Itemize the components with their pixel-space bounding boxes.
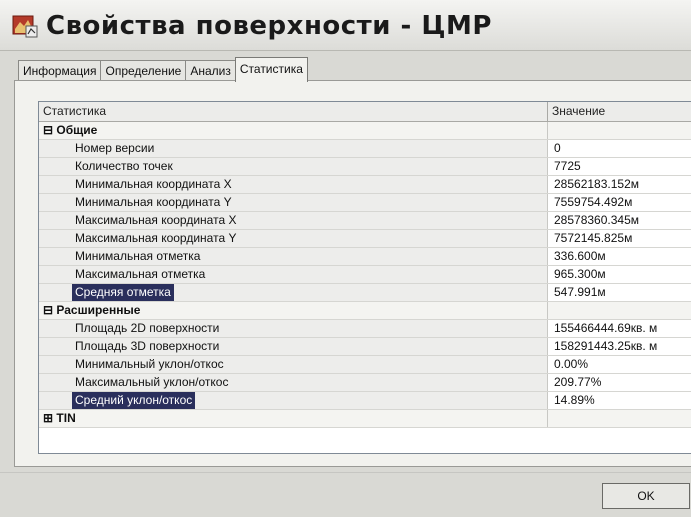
group-label: Общие	[56, 123, 98, 137]
group-row-tin[interactable]: ⊞ TIN	[39, 410, 691, 428]
stat-name: Количество точек	[39, 158, 548, 175]
stat-name: Минимальная отметка	[39, 248, 548, 265]
stat-value: 0.00%	[548, 356, 691, 373]
stat-name: Минимальная координата X	[39, 176, 548, 193]
stat-name: Максимальный уклон/откос	[39, 374, 548, 391]
ok-button[interactable]: OK	[602, 483, 690, 509]
stat-name: Площадь 2D поверхности	[39, 320, 548, 337]
stat-value: 336.600м	[548, 248, 691, 265]
stat-name: Минимальный уклон/откос	[39, 356, 548, 373]
tab-bar: Информация Определение Анализ Статистика	[18, 57, 308, 82]
stat-value: 158291443.25кв. м	[548, 338, 691, 355]
table-row[interactable]: Максимальная отметка 965.300м	[39, 266, 691, 284]
table-row[interactable]: Площадь 2D поверхности 155466444.69кв. м	[39, 320, 691, 338]
stat-value: 7572145.825м	[548, 230, 691, 247]
collapse-icon[interactable]: ⊟	[43, 303, 53, 317]
expand-icon[interactable]: ⊞	[43, 411, 53, 425]
table-row[interactable]: Площадь 3D поверхности 158291443.25кв. м	[39, 338, 691, 356]
stat-name: Площадь 3D поверхности	[39, 338, 548, 355]
table-row[interactable]: Количество точек 7725	[39, 158, 691, 176]
table-row[interactable]: Максимальная координата Y 7572145.825м	[39, 230, 691, 248]
stat-name: Средний уклон/откос	[72, 392, 196, 409]
stat-name: Максимальная координата X	[39, 212, 548, 229]
stat-value: 547.991м	[548, 284, 691, 301]
table-row-selected[interactable]: Средний уклон/откос 14.89%	[39, 392, 691, 410]
tab-statistics[interactable]: Статистика	[234, 57, 308, 82]
table-row[interactable]: Минимальная координата X 28562183.152м	[39, 176, 691, 194]
stat-value: 209.77%	[548, 374, 691, 391]
tab-information[interactable]: Информация	[18, 60, 101, 82]
stat-value: 0	[548, 140, 691, 157]
title-bar[interactable]: Свойства поверхности - ЦМР	[0, 0, 691, 51]
group-label: Расширенные	[56, 303, 141, 317]
group-row-extended[interactable]: ⊟ Расширенные	[39, 302, 691, 320]
column-header-statistics[interactable]: Статистика	[39, 102, 548, 121]
group-label: TIN	[56, 411, 76, 425]
stat-value: 14.89%	[548, 392, 691, 409]
stat-value: 7559754.492м	[548, 194, 691, 211]
table-row[interactable]: Минимальная отметка 336.600м	[39, 248, 691, 266]
tab-analysis[interactable]: Анализ	[185, 60, 235, 82]
stat-name: Номер версии	[39, 140, 548, 157]
stat-name: Максимальная координата Y	[39, 230, 548, 247]
collapse-icon[interactable]: ⊟	[43, 123, 53, 137]
window-title: Свойства поверхности - ЦМР	[46, 11, 492, 41]
table-row[interactable]: Минимальная координата Y 7559754.492м	[39, 194, 691, 212]
stat-value: 155466444.69кв. м	[548, 320, 691, 337]
stat-name: Минимальная координата Y	[39, 194, 548, 211]
table-row[interactable]: Номер версии 0	[39, 140, 691, 158]
table-row[interactable]: Максимальный уклон/откос 209.77%	[39, 374, 691, 392]
stat-name: Средняя отметка	[72, 284, 174, 301]
app-icon	[12, 15, 38, 38]
stat-value: 965.300м	[548, 266, 691, 283]
table-row[interactable]: Минимальный уклон/откос 0.00%	[39, 356, 691, 374]
table-row-selected[interactable]: Средняя отметка 547.991м	[39, 284, 691, 302]
footer-divider	[0, 472, 691, 473]
grid-header: Статистика Значение	[39, 102, 691, 122]
statistics-grid: Статистика Значение ⊟ Общие Номер версии…	[38, 101, 691, 454]
table-row[interactable]: Максимальная координата X 28578360.345м	[39, 212, 691, 230]
stat-value: 28578360.345м	[548, 212, 691, 229]
group-row-general[interactable]: ⊟ Общие	[39, 122, 691, 140]
tab-definition[interactable]: Определение	[100, 60, 186, 82]
stat-name: Максимальная отметка	[39, 266, 548, 283]
column-header-value[interactable]: Значение	[548, 102, 691, 121]
tab-panel-statistics: Статистика Значение ⊟ Общие Номер версии…	[14, 80, 691, 467]
stat-value: 7725	[548, 158, 691, 175]
stat-value: 28562183.152м	[548, 176, 691, 193]
